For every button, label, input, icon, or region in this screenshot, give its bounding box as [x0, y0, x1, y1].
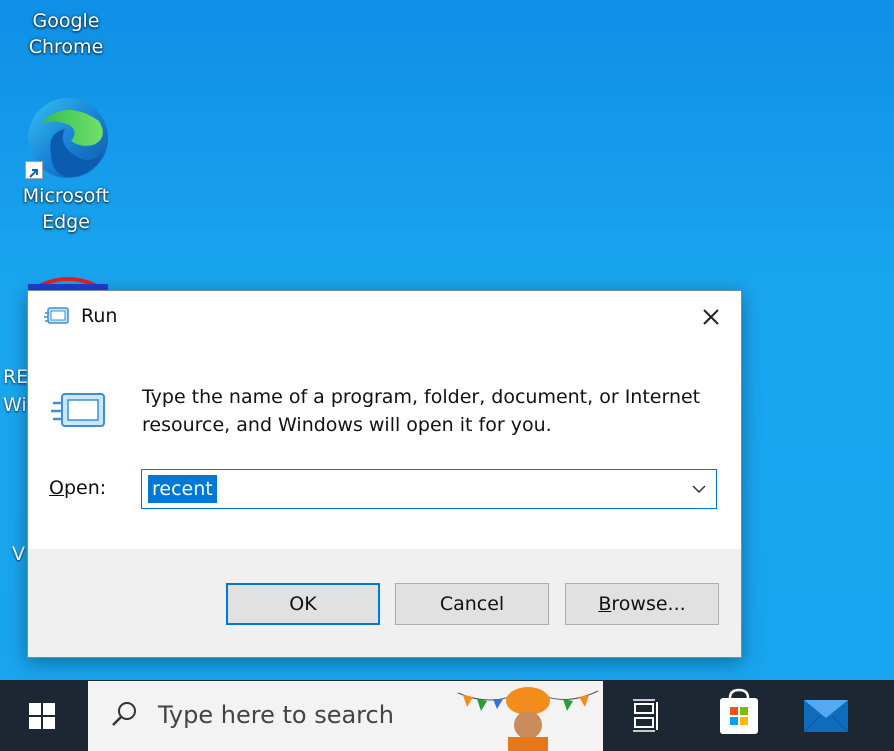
close-icon	[703, 309, 719, 325]
windows-logo-icon	[29, 703, 55, 729]
store-icon	[720, 688, 758, 734]
desktop-icon-label: Google Chrome	[28, 10, 104, 58]
ok-button[interactable]: OK	[226, 583, 380, 625]
dialog-description: Type the name of a program, folder, docu…	[142, 383, 712, 439]
desktop-icon-microsoft-edge[interactable]: Microsoft Edge	[18, 93, 114, 235]
task-view-button[interactable]	[613, 680, 683, 751]
search-placeholder: Type here to search	[158, 701, 394, 729]
run-dialog: Run Type the name of a program, folder, …	[27, 290, 742, 658]
desktop-icon-label: Microsoft Edge	[22, 185, 110, 233]
start-button[interactable]	[0, 680, 86, 751]
chevron-down-icon[interactable]	[688, 478, 710, 500]
microsoft-store-button[interactable]	[706, 680, 776, 751]
open-label: Open:	[49, 477, 107, 499]
search-icon	[108, 699, 140, 735]
run-dialog-titlebar[interactable]: Run	[28, 291, 741, 346]
shortcut-arrow-icon	[25, 161, 43, 179]
run-icon-large	[50, 391, 108, 435]
task-view-icon	[633, 699, 658, 732]
browse-button[interactable]: Browse...	[565, 583, 719, 625]
partial-desktop-icon-label: RE	[3, 366, 29, 388]
mail-icon	[803, 700, 849, 733]
search-highlight-doodle-icon	[453, 681, 603, 751]
cancel-button[interactable]: Cancel	[395, 583, 549, 625]
partial-desktop-icon-label: Wi	[3, 394, 27, 416]
mail-button[interactable]	[790, 680, 860, 751]
run-icon	[44, 306, 70, 330]
taskbar: Type here to search	[0, 680, 894, 751]
edge-logo-icon	[21, 93, 111, 183]
close-button[interactable]	[689, 297, 733, 337]
description-line: resource, and Windows will open it for y…	[142, 414, 552, 436]
open-input[interactable]: recent	[148, 475, 217, 503]
open-combobox[interactable]: recent	[141, 469, 717, 509]
description-line: Type the name of a program, folder, docu…	[142, 386, 701, 408]
taskbar-search-box[interactable]: Type here to search	[88, 681, 603, 751]
dialog-footer: OK Cancel Browse...	[28, 549, 741, 657]
partial-desktop-icon-label: V	[12, 543, 25, 565]
desktop-icon-google-chrome[interactable]: Google Chrome	[18, 8, 114, 60]
dialog-title: Run	[81, 305, 118, 327]
